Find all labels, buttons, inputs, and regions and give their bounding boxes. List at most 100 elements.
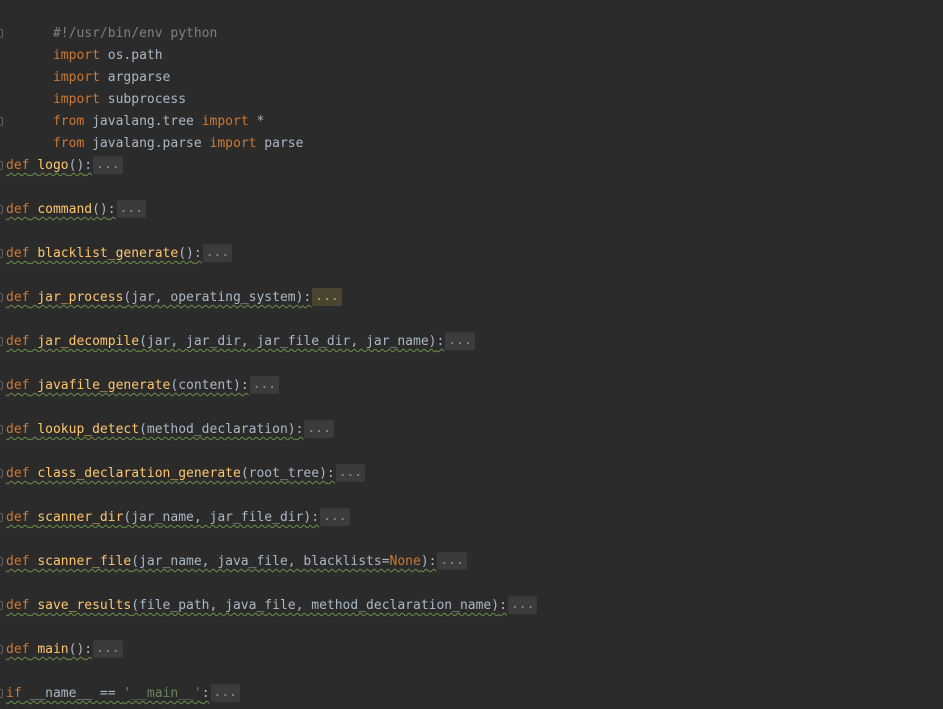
code-line-def[interactable]: def jar_process(jar, operating_system):.…	[0, 287, 537, 309]
code-line-def[interactable]: def logo():...	[0, 155, 537, 177]
code-line-import[interactable]: from javalang.tree import *	[0, 89, 537, 129]
def-keyword: def	[6, 334, 30, 349]
function-params: (jar, jar_dir, jar_file_dir, jar_name)	[139, 334, 437, 349]
function-colon: :	[84, 642, 93, 657]
def-keyword: def	[6, 554, 30, 569]
blank-line[interactable]	[0, 617, 537, 639]
folded-block-button[interactable]: ...	[249, 376, 280, 394]
def-keyword: def	[6, 598, 30, 613]
param-default-none: None	[389, 554, 421, 569]
function-name: scanner_dir	[37, 510, 124, 525]
blank-line[interactable]	[0, 529, 537, 551]
def-keyword: def	[6, 202, 30, 217]
function-name: blacklist_generate	[37, 246, 179, 261]
code-editor[interactable]: #!/usr/bin/env python import os.path imp…	[0, 0, 943, 709]
function-name: command	[37, 202, 93, 217]
function-params: (jar_name, java_file, blacklists=	[131, 554, 390, 569]
folded-block-button[interactable]: ...	[93, 156, 123, 174]
function-name: class_declaration_generate	[37, 466, 241, 481]
function-colon: :	[295, 422, 304, 437]
blank-line[interactable]	[0, 265, 537, 287]
folded-block-button[interactable]: ...	[445, 332, 475, 350]
blank-line[interactable]	[0, 661, 537, 683]
function-colon: :	[240, 378, 249, 393]
fold-marker-icon[interactable]	[0, 205, 3, 214]
blank-line[interactable]	[0, 221, 537, 243]
function-params: ()	[178, 246, 194, 261]
function-params: ()	[68, 158, 85, 173]
fold-marker-icon[interactable]	[0, 425, 3, 434]
code-line-def[interactable]: def javafile_generate(content):...	[0, 375, 537, 397]
fold-marker-icon[interactable]	[0, 689, 3, 698]
blank-line[interactable]	[0, 177, 537, 199]
code-line-def[interactable]: def main():...	[0, 639, 537, 661]
code-area[interactable]: #!/usr/bin/env python import os.path imp…	[0, 0, 538, 705]
folded-block-button[interactable]: ...	[116, 200, 147, 218]
function-colon: :	[311, 510, 320, 525]
function-params: (content)	[170, 378, 241, 393]
if-keyword: if	[6, 686, 22, 701]
fold-marker-icon[interactable]	[0, 513, 3, 522]
def-keyword: def	[6, 158, 30, 173]
function-params: (jar, operating_system)	[123, 290, 304, 305]
fold-marker-icon[interactable]	[0, 29, 3, 38]
blank-line[interactable]	[0, 485, 537, 507]
function-name: main	[37, 642, 69, 657]
blank-line[interactable]	[0, 397, 537, 419]
function-params: (root_tree)	[240, 466, 327, 481]
function-params: (method_declaration)	[139, 422, 296, 437]
code-line-def[interactable]: def scanner_dir(jar_name, jar_file_dir):…	[0, 507, 537, 529]
fold-marker-icon[interactable]	[0, 117, 3, 126]
function-name: logo	[37, 158, 69, 173]
main-guard-colon: :	[201, 686, 210, 701]
function-name: save_results	[37, 598, 132, 613]
folded-block-button[interactable]: ...	[312, 288, 342, 306]
def-keyword: def	[6, 246, 30, 261]
function-colon: :	[84, 158, 93, 173]
code-line-shebang[interactable]: #!/usr/bin/env python	[0, 1, 537, 41]
code-line-main-guard[interactable]: if __name__ == '__main__':...	[0, 683, 537, 705]
fold-marker-icon[interactable]	[0, 469, 3, 478]
folded-block-button[interactable]: ...	[437, 552, 467, 570]
function-name: javafile_generate	[37, 378, 171, 393]
code-line-import[interactable]: import argparse	[0, 45, 537, 85]
fold-marker-icon[interactable]	[0, 249, 3, 258]
function-params: (jar_name, jar_file_dir)	[123, 510, 312, 525]
blank-line[interactable]	[0, 353, 537, 375]
code-line-def[interactable]: def command():...	[0, 199, 537, 221]
fold-marker-icon[interactable]	[0, 645, 3, 654]
function-params: ()	[92, 202, 108, 217]
code-line-import[interactable]: import subprocess	[0, 67, 537, 107]
blank-line[interactable]	[0, 441, 537, 463]
function-params-end: )	[420, 554, 429, 569]
blank-line[interactable]	[0, 133, 537, 155]
fold-marker-icon[interactable]	[0, 161, 3, 170]
main-guard-string: '__main__'	[123, 686, 202, 701]
function-colon: :	[326, 466, 335, 481]
code-line-import[interactable]: from javalang.parse import parse	[0, 111, 537, 151]
code-line-def[interactable]: def scanner_file(jar_name, java_file, bl…	[0, 551, 537, 573]
code-line-def[interactable]: def jar_decompile(jar, jar_dir, jar_file…	[0, 331, 537, 353]
fold-marker-icon[interactable]	[0, 381, 3, 390]
fold-marker-icon[interactable]	[0, 293, 3, 302]
fold-marker-icon[interactable]	[0, 337, 3, 346]
blank-line[interactable]	[0, 573, 537, 595]
fold-marker-icon[interactable]	[0, 557, 3, 566]
folded-block-button[interactable]: ...	[335, 464, 366, 482]
code-line-import[interactable]: import os.path	[0, 23, 537, 63]
def-keyword: def	[6, 510, 30, 525]
code-line-def[interactable]: def class_declaration_generate(root_tree…	[0, 463, 537, 485]
folded-block-button[interactable]: ...	[93, 640, 123, 658]
function-colon: :	[107, 202, 116, 217]
folded-block-button[interactable]: ...	[507, 596, 538, 614]
folded-block-button[interactable]: ...	[304, 420, 334, 438]
code-line-def[interactable]: def save_results(file_path, java_file, m…	[0, 595, 538, 617]
folded-block-button[interactable]: ...	[320, 508, 350, 526]
folded-block-button[interactable]: ...	[210, 684, 240, 702]
function-colon: :	[436, 334, 445, 349]
fold-marker-icon[interactable]	[0, 601, 3, 610]
blank-line[interactable]	[0, 309, 537, 331]
code-line-def[interactable]: def lookup_detect(method_declaration):..…	[0, 419, 537, 441]
folded-block-button[interactable]: ...	[202, 244, 233, 262]
code-line-def[interactable]: def blacklist_generate():...	[0, 243, 537, 265]
